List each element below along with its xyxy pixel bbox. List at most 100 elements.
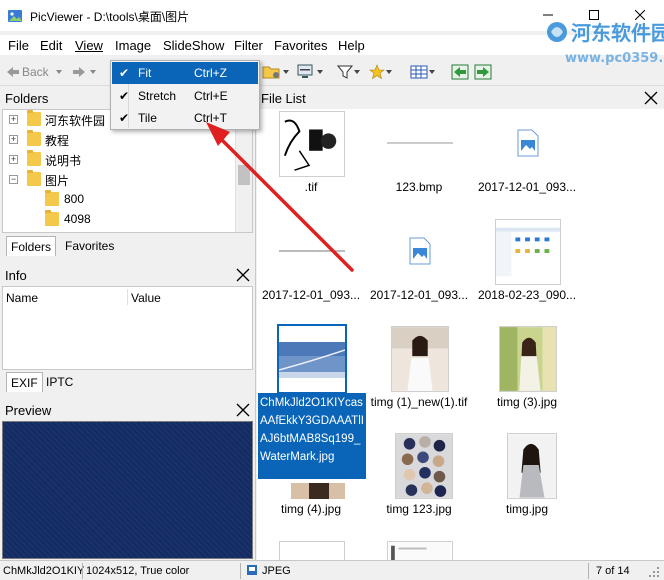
prev-image-button[interactable] bbox=[451, 63, 469, 81]
info-pane-header: Info bbox=[0, 265, 255, 285]
image-menu-dropdown: ✔ Fit Ctrl+Z ✔ Stretch Ctrl+E ✔ Tile Ctr… bbox=[110, 60, 260, 130]
close-button[interactable] bbox=[617, 0, 663, 31]
menu-edit[interactable]: Edit bbox=[40, 38, 62, 53]
menu-item-stretch[interactable]: ✔ Stretch Ctrl+E bbox=[112, 85, 258, 107]
menu-item-shortcut: Ctrl+Z bbox=[194, 66, 227, 80]
file-list: .tif 123.bmp 2017-12-01_093... 2017-12-0… bbox=[257, 109, 664, 560]
tab-favorites[interactable]: Favorites bbox=[61, 236, 118, 256]
pane-splitter[interactable] bbox=[255, 86, 256, 560]
file-name: .tif bbox=[304, 180, 318, 194]
close-icon[interactable] bbox=[644, 91, 658, 105]
resize-grip-icon[interactable] bbox=[648, 566, 660, 578]
tab-iptc[interactable]: IPTC bbox=[42, 372, 77, 392]
expand-icon[interactable]: + bbox=[9, 135, 18, 144]
thumbnail bbox=[391, 326, 449, 392]
menu-item-tile[interactable]: ✔ Tile Ctrl+T bbox=[112, 107, 258, 129]
chevron-down-icon bbox=[317, 70, 323, 74]
thumbnail bbox=[507, 433, 557, 499]
menu-help[interactable]: Help bbox=[338, 38, 365, 53]
menu-image[interactable]: Image bbox=[115, 38, 151, 53]
filter-button[interactable] bbox=[337, 63, 361, 81]
chevron-down-icon bbox=[90, 70, 96, 74]
status-bar: ChMkJld2O1KIY 1024x512, True color JPEG … bbox=[0, 560, 664, 580]
collapse-icon[interactable]: − bbox=[9, 175, 18, 184]
maximize-icon bbox=[589, 10, 599, 20]
window-title: PicViewer - D:\tools\桌面\图片 bbox=[30, 10, 190, 24]
title-bar: PicViewer - D:\tools\桌面\图片 bbox=[0, 0, 664, 31]
forward-button[interactable] bbox=[72, 63, 97, 81]
next-image-button[interactable] bbox=[474, 63, 492, 81]
tree-item-label: 4098 bbox=[64, 212, 91, 226]
menu-item-label: Stretch bbox=[138, 89, 177, 103]
folder-icon bbox=[27, 150, 41, 166]
menu-item-shortcut: Ctrl+E bbox=[194, 89, 228, 103]
folder-icon bbox=[45, 210, 59, 226]
preview-pane-header: Preview bbox=[0, 400, 255, 420]
expand-icon[interactable]: + bbox=[9, 115, 18, 124]
scrollbar-thumb[interactable] bbox=[238, 165, 250, 185]
status-divider bbox=[82, 563, 83, 579]
status-divider bbox=[240, 563, 241, 579]
status-format: JPEG bbox=[262, 565, 291, 577]
back-button[interactable]: Back bbox=[6, 63, 63, 81]
minimize-button[interactable] bbox=[525, 0, 571, 31]
file-name: 2017-12-01_093... bbox=[477, 180, 577, 194]
close-icon bbox=[635, 10, 645, 20]
open-folder-button[interactable] bbox=[262, 63, 290, 81]
thumbnail bbox=[387, 541, 453, 560]
filter-icon bbox=[337, 65, 353, 79]
file-name: timg (3).jpg bbox=[496, 395, 558, 409]
menu-item-fit[interactable]: ✔ Fit Ctrl+Z bbox=[112, 62, 258, 84]
column-header-name[interactable]: Name bbox=[6, 291, 38, 305]
tree-item-label: 图片 bbox=[45, 174, 70, 188]
menu-view[interactable]: View bbox=[75, 38, 103, 53]
folder-icon bbox=[27, 170, 41, 186]
menu-filter[interactable]: Filter bbox=[234, 38, 263, 53]
file-name: 2018-02-23_090... bbox=[477, 288, 577, 302]
close-icon[interactable] bbox=[236, 268, 250, 282]
menu-slideshow[interactable]: SlideShow bbox=[163, 38, 224, 53]
chevron-down-icon bbox=[386, 70, 392, 74]
file-name: 2017-12-01_093... bbox=[369, 288, 469, 302]
image-file-icon bbox=[409, 237, 431, 265]
check-icon: ✔ bbox=[119, 111, 130, 125]
info-title: Info bbox=[5, 268, 27, 283]
preview-title: Preview bbox=[5, 403, 52, 418]
info-tabs: EXIF IPTC bbox=[4, 372, 253, 394]
thumbnail bbox=[279, 111, 345, 177]
forward-arrow-icon bbox=[73, 67, 85, 77]
close-icon[interactable] bbox=[236, 403, 250, 417]
chevron-down-icon bbox=[55, 70, 62, 74]
menu-bar: File Edit View Image SlideShow Filter Fa… bbox=[0, 35, 664, 55]
view-mode-button[interactable] bbox=[410, 63, 436, 81]
menu-file[interactable]: File bbox=[8, 38, 29, 53]
monitor-icon bbox=[297, 64, 313, 78]
thumbnail bbox=[495, 219, 561, 285]
expand-icon[interactable]: + bbox=[9, 155, 18, 164]
minimize-icon bbox=[543, 14, 553, 16]
grid-view-icon bbox=[410, 65, 428, 79]
folders-title: Folders bbox=[5, 91, 49, 106]
column-divider bbox=[127, 289, 128, 305]
file-name: timg.jpg bbox=[505, 502, 549, 516]
thumbnail bbox=[387, 111, 453, 177]
info-table: Name Value bbox=[2, 286, 253, 370]
chevron-down-icon bbox=[283, 70, 289, 74]
file-list-header: File List bbox=[257, 88, 664, 108]
status-filename: ChMkJld2O1KIY bbox=[3, 565, 85, 577]
folder-icon bbox=[45, 190, 59, 206]
image-file-icon bbox=[517, 129, 539, 157]
maximize-button[interactable] bbox=[571, 0, 617, 31]
menu-favorites[interactable]: Favorites bbox=[274, 38, 327, 53]
tree-item-label: 教程 bbox=[45, 134, 70, 148]
chevron-down-icon bbox=[429, 70, 435, 74]
tab-folders[interactable]: Folders bbox=[6, 236, 57, 256]
column-header-value[interactable]: Value bbox=[131, 291, 161, 305]
tab-exif[interactable]: EXIF bbox=[6, 372, 43, 392]
favorites-button[interactable] bbox=[369, 63, 393, 81]
star-icon bbox=[369, 64, 385, 80]
display-button[interactable] bbox=[296, 63, 324, 81]
tree-item-label: 河东软件园 bbox=[45, 114, 106, 128]
toolbar: Back bbox=[0, 58, 664, 86]
selected-file-name: ChMkJld2O1KIYcasAAfEkkY3GDAAATlIAJ6btMAB… bbox=[258, 393, 366, 479]
